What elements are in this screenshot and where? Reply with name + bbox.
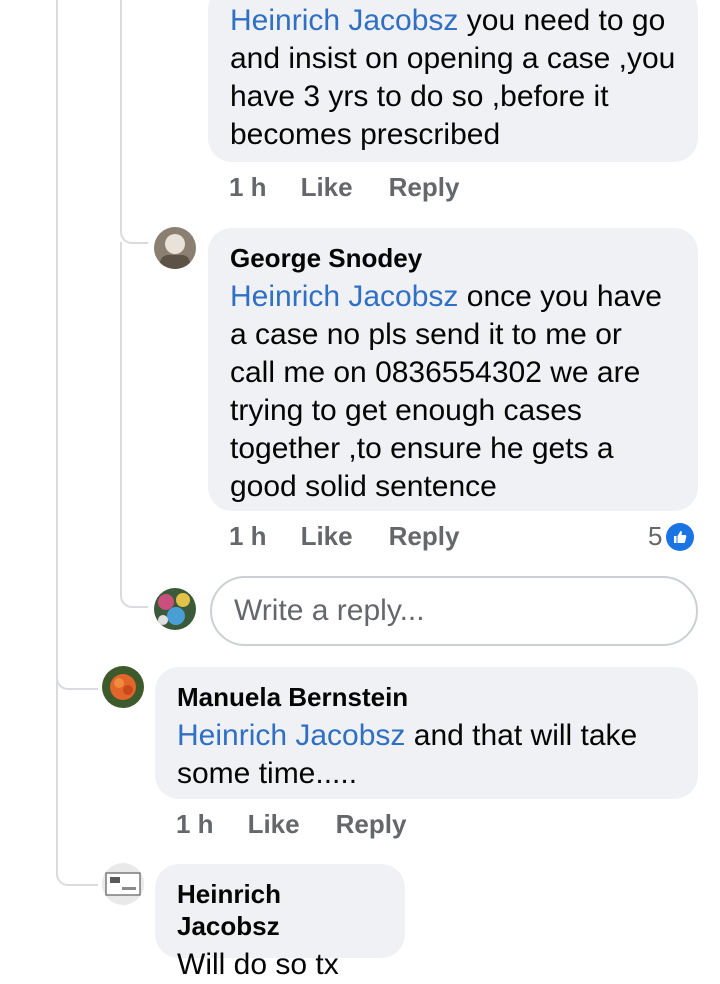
mention-link[interactable]: Heinrich Jacobsz (177, 719, 405, 752)
thread-connector-manuela (56, 650, 98, 690)
comment-bubble: George Snodey Heinrich Jacobsz once you … (208, 228, 698, 511)
thread-connector-reply (120, 572, 148, 608)
thread-connector-george (120, 210, 148, 244)
reply-button[interactable]: Reply (336, 809, 407, 840)
avatar[interactable] (154, 227, 196, 269)
comment-actions: 1 h Like Reply (229, 172, 459, 203)
thread-line-inner (120, 0, 122, 210)
avatar[interactable] (102, 863, 144, 905)
thread-line-outer (56, 0, 58, 690)
commenter-name[interactable]: George Snodey (230, 242, 676, 274)
comment-bubble: Manuela Bernstein Heinrich Jacobsz and t… (155, 667, 698, 799)
comment-text: Will do so tx (177, 948, 339, 981)
comment-bubble: Heinrich Jacobsz you need to go and insi… (208, 0, 698, 162)
timestamp[interactable]: 1 h (176, 809, 214, 840)
comment-actions: 1 h Like Reply (176, 809, 406, 840)
commenter-name[interactable]: Heinrich Jacobsz (177, 878, 383, 942)
write-reply-input[interactable]: Write a reply... (210, 576, 698, 646)
reply-button[interactable]: Reply (389, 521, 460, 552)
thread-line-inner-lower (120, 242, 122, 572)
reaction-summary[interactable]: 5 (648, 521, 695, 552)
like-button[interactable]: Like (301, 521, 353, 552)
comment-text: Heinrich Jacobsz you need to go and insi… (230, 4, 676, 151)
reaction-count: 5 (648, 521, 663, 551)
thread-line-outer-lower (56, 688, 58, 848)
reply-button[interactable]: Reply (389, 172, 460, 203)
comment-bubble: Heinrich Jacobsz Will do so tx (155, 864, 405, 981)
comment-text: Heinrich Jacobsz once you have a case no… (230, 280, 662, 503)
mention-link[interactable]: Heinrich Jacobsz (230, 280, 458, 313)
reply-placeholder: Write a reply... (234, 594, 425, 627)
current-user-avatar (154, 588, 196, 630)
avatar-image (102, 863, 144, 905)
comment-text: Heinrich Jacobsz and that will take some… (177, 719, 638, 790)
commenter-name[interactable]: Manuela Bernstein (177, 681, 676, 713)
timestamp[interactable]: 1 h (229, 172, 267, 203)
comment-actions: 1 h Like Reply (229, 521, 459, 552)
avatar-image (102, 666, 144, 708)
like-button[interactable]: Like (248, 809, 300, 840)
mention-link[interactable]: Heinrich Jacobsz (230, 4, 458, 37)
thread-connector-heinrich (56, 846, 98, 886)
avatar-image (154, 227, 196, 269)
avatar[interactable] (102, 666, 144, 708)
avatar-image (154, 588, 196, 630)
like-thumb-icon (666, 522, 695, 551)
like-button[interactable]: Like (301, 172, 353, 203)
timestamp[interactable]: 1 h (229, 521, 267, 552)
